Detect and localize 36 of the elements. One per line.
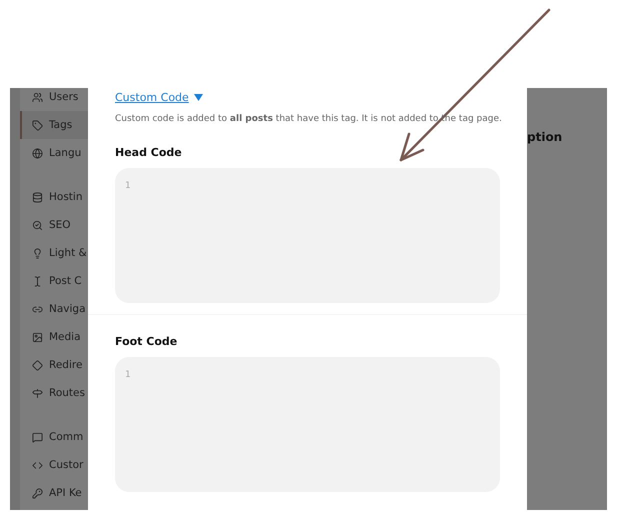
sidebar-item[interactable]: Tags <box>20 111 88 139</box>
editor-label: Head Code <box>115 146 183 159</box>
sidebar-item[interactable]: Redire <box>20 351 88 379</box>
globe-icon <box>32 148 43 158</box>
sidebar-item[interactable]: Post C <box>20 267 88 295</box>
sidebar-item[interactable]: API Ke <box>20 479 88 507</box>
sidebar-item[interactable]: Custor <box>20 451 88 479</box>
panel-heading: ption <box>527 129 564 144</box>
text-cursor-icon <box>32 276 43 286</box>
editor-label: Foot Code <box>115 335 178 348</box>
sidebar-item[interactable]: Naviga <box>20 295 88 323</box>
line-number: 1 <box>125 370 130 380</box>
line-number: 1 <box>125 181 130 191</box>
tag-icon <box>32 120 43 130</box>
sidebar-item[interactable]: Langu <box>20 139 88 167</box>
key-icon <box>32 488 43 498</box>
code-icon <box>32 460 43 470</box>
lightbulb-icon <box>32 248 43 258</box>
code-editor[interactable]: 1 <box>115 357 500 492</box>
users-icon <box>32 92 43 102</box>
custom-code-toggle[interactable]: Custom Code <box>115 91 203 104</box>
sidebar-item[interactable]: Users <box>20 88 88 111</box>
caret-icon <box>194 94 203 101</box>
sidebar-item[interactable]: Light & <box>20 239 88 267</box>
sidebar-item[interactable]: Comm <box>20 423 88 451</box>
sidebar-item[interactable]: SEO <box>20 211 88 239</box>
magnifier-icon <box>32 220 43 230</box>
speech-bubble-icon <box>32 432 43 442</box>
image-icon <box>32 332 43 342</box>
sidebar-item[interactable]: Media <box>20 323 88 351</box>
code-editor[interactable]: 1 <box>115 168 500 303</box>
signpost-icon <box>32 388 43 398</box>
sidebar-item[interactable]: Hostin <box>20 183 88 211</box>
diamond-icon <box>32 360 43 370</box>
sidebar-item[interactable]: Routes <box>20 379 88 407</box>
database-icon <box>32 192 43 202</box>
